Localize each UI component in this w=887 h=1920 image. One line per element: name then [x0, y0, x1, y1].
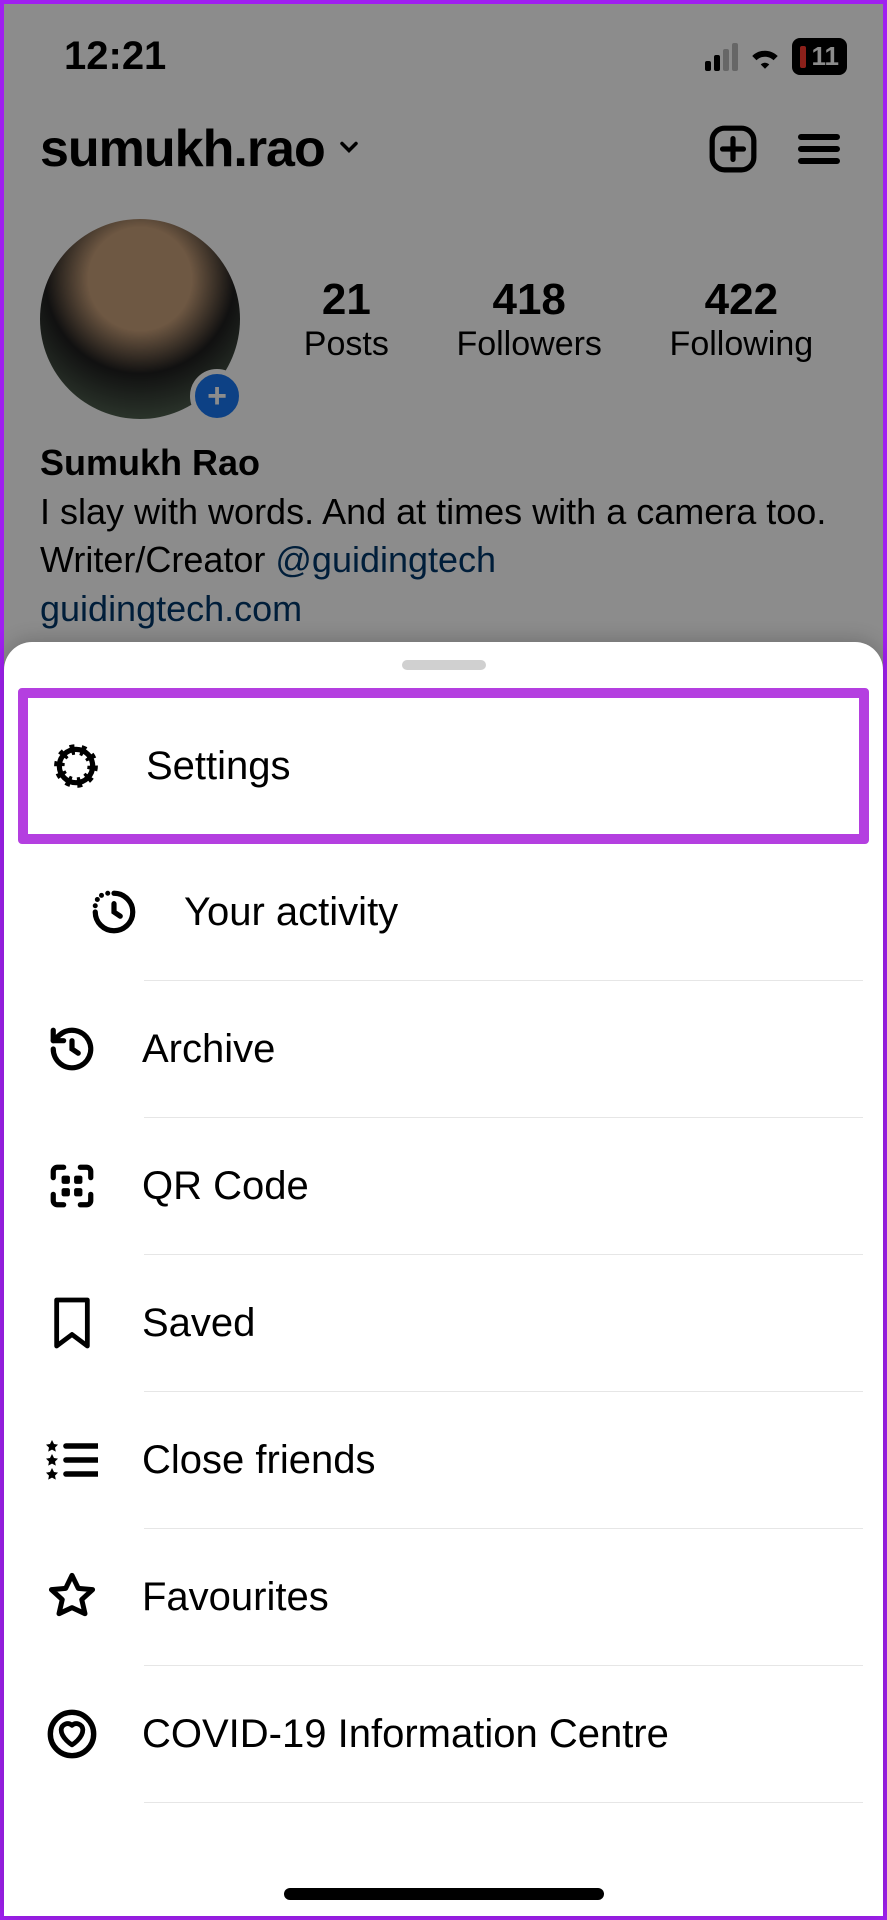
menu-label-settings: Settings: [146, 744, 291, 789]
activity-icon: [86, 884, 142, 940]
stat-posts[interactable]: 21 Posts: [304, 275, 389, 364]
status-time: 12:21: [64, 34, 166, 79]
sheet-grabber[interactable]: [402, 660, 486, 670]
menu-item-favourites[interactable]: Favourites: [24, 1529, 863, 1665]
menu-label-archive: Archive: [142, 1027, 275, 1072]
posts-label: Posts: [304, 325, 389, 364]
menu-item-covid-info[interactable]: COVID-19 Information Centre: [24, 1666, 863, 1802]
home-indicator[interactable]: [284, 1888, 604, 1900]
battery-indicator: 11: [792, 38, 848, 75]
avatar[interactable]: +: [40, 219, 240, 419]
wifi-icon: [748, 34, 782, 79]
menu-item-qr-code[interactable]: QR Code: [24, 1118, 863, 1254]
stat-followers[interactable]: 418 Followers: [456, 275, 601, 364]
menu-sheet: Settings Your activity Archive QR Code: [4, 642, 883, 1916]
close-friends-icon: [44, 1432, 100, 1488]
menu-label-favourites: Favourites: [142, 1575, 329, 1620]
username-dropdown[interactable]: sumukh.rao: [40, 119, 325, 179]
menu-item-close-friends[interactable]: Close friends: [24, 1392, 863, 1528]
profile-header: sumukh.rao: [4, 89, 883, 189]
bio-link[interactable]: guidingtech.com: [40, 585, 847, 634]
settings-icon: [48, 738, 104, 794]
status-bar: 12:21 11: [4, 4, 883, 89]
following-count: 422: [670, 275, 814, 325]
chevron-down-icon[interactable]: [335, 133, 363, 166]
followers-count: 418: [456, 275, 601, 325]
menu-item-archive[interactable]: Archive: [24, 981, 863, 1117]
followers-label: Followers: [456, 325, 601, 364]
menu-item-saved[interactable]: Saved: [24, 1255, 863, 1391]
stat-following[interactable]: 422 Following: [670, 275, 814, 364]
menu-item-settings[interactable]: Settings: [18, 688, 869, 844]
create-button[interactable]: [705, 121, 761, 177]
menu-label-qr: QR Code: [142, 1164, 309, 1209]
following-label: Following: [670, 325, 814, 364]
battery-pct: 11: [812, 41, 840, 72]
archive-icon: [44, 1021, 100, 1077]
saved-icon: [44, 1295, 100, 1351]
display-name: Sumukh Rao: [40, 439, 847, 488]
menu-label-activity: Your activity: [184, 890, 398, 935]
menu-label-covid: COVID-19 Information Centre: [142, 1712, 669, 1757]
add-story-icon[interactable]: +: [190, 369, 244, 423]
bio-line-2-prefix: Writer/Creator: [40, 539, 275, 580]
cellular-signal-icon: [705, 43, 738, 71]
favourites-icon: [44, 1569, 100, 1625]
hamburger-menu-button[interactable]: [791, 121, 847, 177]
bio-mention[interactable]: @guidingtech: [275, 539, 496, 580]
bio: Sumukh Rao I slay with words. And at tim…: [4, 429, 883, 643]
posts-count: 21: [304, 275, 389, 325]
bio-line-1: I slay with words. And at times with a c…: [40, 488, 847, 537]
menu-item-your-activity[interactable]: Your activity: [24, 844, 863, 980]
menu-label-close-friends: Close friends: [142, 1438, 375, 1483]
menu-label-saved: Saved: [142, 1301, 255, 1346]
covid-info-icon: [44, 1706, 100, 1762]
qr-code-icon: [44, 1158, 100, 1214]
